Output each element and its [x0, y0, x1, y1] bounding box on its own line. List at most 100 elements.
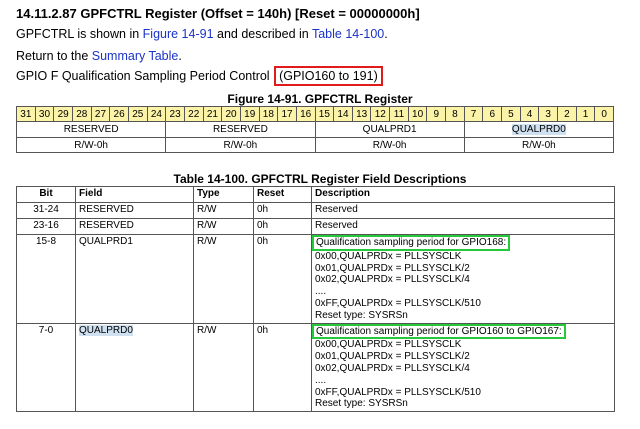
summary-table-link[interactable]: Summary Table — [92, 49, 179, 63]
bit-number-cell: 17 — [277, 106, 297, 122]
bit-number-cell: 25 — [127, 106, 148, 122]
bit-number-cell: 3 — [538, 106, 559, 122]
header-reset: Reset — [253, 186, 312, 203]
bit-number-cell: 16 — [295, 106, 316, 122]
cell-field: RESERVED — [75, 202, 194, 219]
header-field: Field — [75, 186, 194, 203]
cell-reset: 0h — [253, 234, 312, 324]
register-field-access: R/W-0h — [15, 137, 167, 153]
cell-field-label: QUALPRD1 — [79, 236, 133, 247]
table-row: 31-24 RESERVED R/W 0h Reserved — [16, 202, 615, 219]
cell-description: Qualification sampling period for GPIO16… — [311, 322, 615, 413]
description-line: 0x00,QUALPRDx = PLLSYSCLK — [315, 339, 462, 351]
register-field-label: RESERVED — [212, 124, 268, 135]
bit-number-row: 31 30 29 28 27 26 25 24 23 22 21 20 19 18 17 16 15 14 13 12… — [16, 106, 614, 122]
description-line: Reset type: SYSRSn — [315, 398, 408, 410]
intro-middle: and described in — [213, 27, 312, 41]
register-field-label: QUALPRD0 — [511, 124, 566, 135]
cell-field-label: RESERVED — [79, 220, 134, 231]
bit-number-cell: 4 — [519, 106, 540, 122]
table-row: 7-0 QUALPRD0 R/W 0h Qualification sampling p… — [16, 322, 615, 413]
bit-number-cell: 8 — [445, 106, 465, 122]
table-title: Table 14-100. GPFCTRL Register Field Des… — [173, 172, 467, 186]
bit-number-cell: 7 — [463, 106, 484, 122]
table-link[interactable]: Table 14-100 — [312, 27, 384, 41]
register-field-access: R/W-0h — [165, 137, 316, 153]
register-field-name: QUALPRD1 — [314, 121, 465, 138]
description-line: 0x02,QUALPRDx = PLLSYSCLK/4 — [315, 274, 470, 286]
description-line: .... — [315, 374, 327, 386]
bit-number-cell: 30 — [34, 106, 55, 122]
cell-type: R/W — [193, 202, 254, 219]
return-line: Return to the Summary Table. — [16, 49, 182, 63]
register-field-label: QUALPRD1 — [362, 124, 417, 135]
bit-number-cell: 0 — [594, 106, 614, 122]
cell-description: Reserved — [311, 218, 615, 235]
register-field-name: QUALPRD0 — [463, 121, 615, 138]
description-line: 0x00,QUALPRDx = PLLSYSCLK — [315, 250, 462, 262]
bit-number-cell: 29 — [53, 106, 73, 122]
bit-number-cell: 31 — [16, 106, 36, 122]
header-bit: Bit — [16, 186, 76, 203]
table-row: 15-8 QUALPRD1 R/W 0h Qualification sampling … — [16, 234, 615, 324]
cell-field: RESERVED — [75, 218, 194, 235]
register-field-access: R/W-0h — [463, 137, 615, 153]
cell-bit: 15-8 — [16, 234, 76, 324]
description-line: 0x01,QUALPRDx = PLLSYSCLK/2 — [315, 351, 470, 363]
bit-number-cell: 11 — [389, 106, 409, 122]
bit-number-cell: 23 — [165, 106, 185, 122]
cell-reset: 0h — [253, 202, 312, 219]
figure-link[interactable]: Figure 14-91 — [143, 27, 214, 41]
figure-title: Figure 14-91. GPFCTRL Register — [227, 92, 413, 106]
register-field-name: RESERVED — [165, 121, 316, 138]
cell-bit: 23-16 — [16, 218, 76, 235]
cell-field-label: RESERVED — [79, 204, 134, 215]
description-title: Reserved — [315, 204, 358, 215]
qualification-text: GPIO F Qualification Sampling Period Con… — [16, 69, 274, 83]
field-description-table: Bit Field Type Reset Description 31-24 RE… — [16, 186, 615, 413]
bit-number-cell: 13 — [351, 106, 372, 122]
bit-number-cell: 27 — [90, 106, 111, 122]
cell-reset: 0h — [253, 322, 312, 413]
cell-type: R/W — [193, 322, 254, 413]
cell-bit: 7-0 — [16, 322, 76, 413]
description-line: 0x01,QUALPRDx = PLLSYSCLK/2 — [315, 262, 470, 274]
cell-type: R/W — [193, 218, 254, 235]
description-highlight-box: Qualification sampling period for GPIO16… — [312, 323, 566, 340]
bit-number-cell: 9 — [426, 106, 447, 122]
cell-field: QUALPRD1 — [75, 234, 194, 324]
table-row: 23-16 RESERVED R/W 0h Reserved — [16, 218, 615, 235]
description-line: .... — [315, 286, 327, 298]
description-line: 0x02,QUALPRDx = PLLSYSCLK/4 — [315, 362, 470, 374]
description-title: Qualification sampling period for GPIO16… — [312, 323, 611, 340]
return-prefix: Return to the — [16, 49, 92, 63]
field-access-row: R/W-0h R/W-0h R/W-0h R/W-0h — [15, 137, 615, 153]
cell-field-label: QUALPRD0 — [79, 324, 133, 336]
bit-number-cell: 6 — [482, 106, 503, 122]
bit-number-cell: 10 — [407, 106, 428, 122]
header-description: Description — [311, 186, 615, 203]
description-line: Reset type: SYSRSn — [315, 309, 408, 321]
description-title: Reserved — [315, 220, 358, 231]
cell-field: QUALPRD0 — [75, 322, 194, 413]
table-header-row: Bit Field Type Reset Description — [16, 186, 615, 203]
intro-line: GPFCTRL is shown in Figure 14-91 and des… — [16, 27, 388, 41]
cell-description: Reserved — [311, 202, 615, 219]
gpio-range-highlight-box: (GPIO160 to 191) — [274, 66, 383, 86]
qualification-line: GPIO F Qualification Sampling Period Con… — [16, 66, 383, 86]
bit-number-cell: 28 — [71, 106, 92, 122]
cell-description: Qualification sampling period for GPIO16… — [311, 234, 615, 324]
bit-number-cell: 1 — [575, 106, 596, 122]
bit-number-cell: 21 — [202, 106, 223, 122]
description-highlight-box: Qualification sampling period for GPIO16… — [312, 235, 511, 251]
cell-reset: 0h — [253, 218, 312, 235]
header-type: Type — [193, 186, 254, 203]
field-name-row: RESERVED RESERVED QUALPRD1 QUALPRD0 — [15, 121, 615, 138]
bit-number-cell: 18 — [258, 106, 279, 122]
bit-number-cell: 2 — [557, 106, 577, 122]
bit-number-cell: 5 — [501, 106, 521, 122]
description-title: Qualification sampling period for GPIO16… — [312, 235, 611, 251]
description-line: 0xFF,QUALPRDx = PLLSYSCLK/510 — [315, 386, 481, 398]
bit-number-cell: 15 — [314, 106, 335, 122]
register-field-access: R/W-0h — [314, 137, 465, 153]
